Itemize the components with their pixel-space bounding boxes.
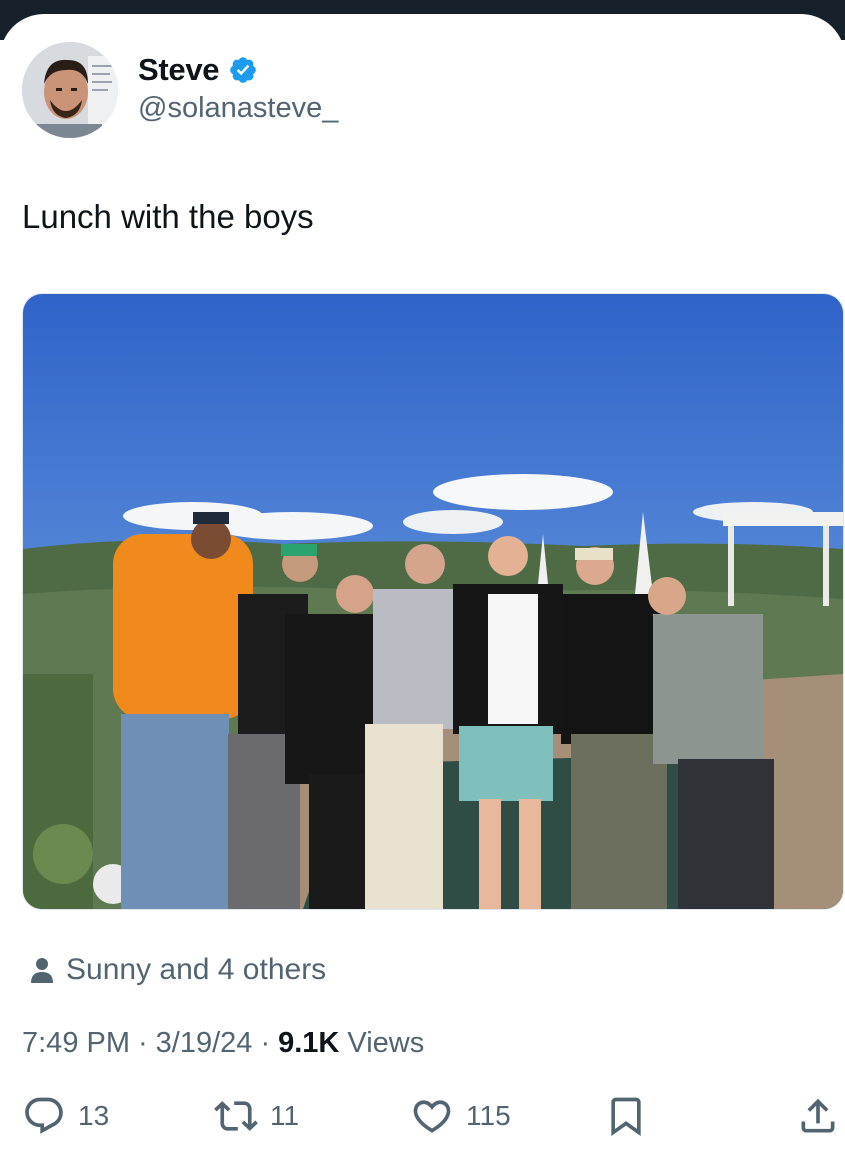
like-count: 115: [466, 1100, 511, 1131]
bookmark-icon: [611, 1097, 641, 1137]
reply-icon: [25, 1097, 63, 1134]
tagged-people[interactable]: Sunny and 4 others: [30, 953, 326, 987]
retweet-icon: [214, 1101, 258, 1131]
tagged-people-label[interactable]: Sunny and 4 others: [66, 953, 326, 987]
person-icon: [31, 958, 53, 983]
action-bar: 13 11 115: [0, 1094, 845, 1146]
author-display-name[interactable]: Steve: [138, 52, 220, 88]
retweet-count: 11: [270, 1100, 300, 1131]
like-button[interactable]: 115: [410, 1094, 511, 1138]
share-icon: [801, 1098, 835, 1133]
reply-count: 13: [78, 1100, 110, 1131]
verified-badge-icon: [228, 55, 258, 85]
avatar[interactable]: [22, 42, 118, 138]
bookmark-button[interactable]: [604, 1094, 648, 1138]
author-handle[interactable]: @solanasteve_: [138, 92, 338, 125]
heart-icon: [413, 1100, 451, 1133]
tweet-meta: 7:49 PM · 3/19/24 · 9.1K Views: [22, 1027, 424, 1060]
meta-separator: ·: [138, 1027, 148, 1059]
reply-button[interactable]: 13: [22, 1094, 109, 1138]
group-photo-image: [23, 294, 843, 909]
views-label: Views: [347, 1027, 425, 1059]
author-name-row[interactable]: Steve: [138, 52, 258, 88]
tweet-date[interactable]: 3/19/24: [156, 1027, 253, 1060]
tweet-photo[interactable]: [22, 293, 844, 910]
share-button[interactable]: [796, 1094, 840, 1138]
tweet-time[interactable]: 7:49 PM: [22, 1027, 130, 1060]
views-count: 9.1K: [278, 1027, 340, 1059]
retweet-button[interactable]: 11: [214, 1094, 299, 1138]
tweet-text: Lunch with the boys: [22, 198, 314, 235]
avatar-image: [22, 42, 118, 138]
meta-separator: ·: [260, 1027, 271, 1059]
